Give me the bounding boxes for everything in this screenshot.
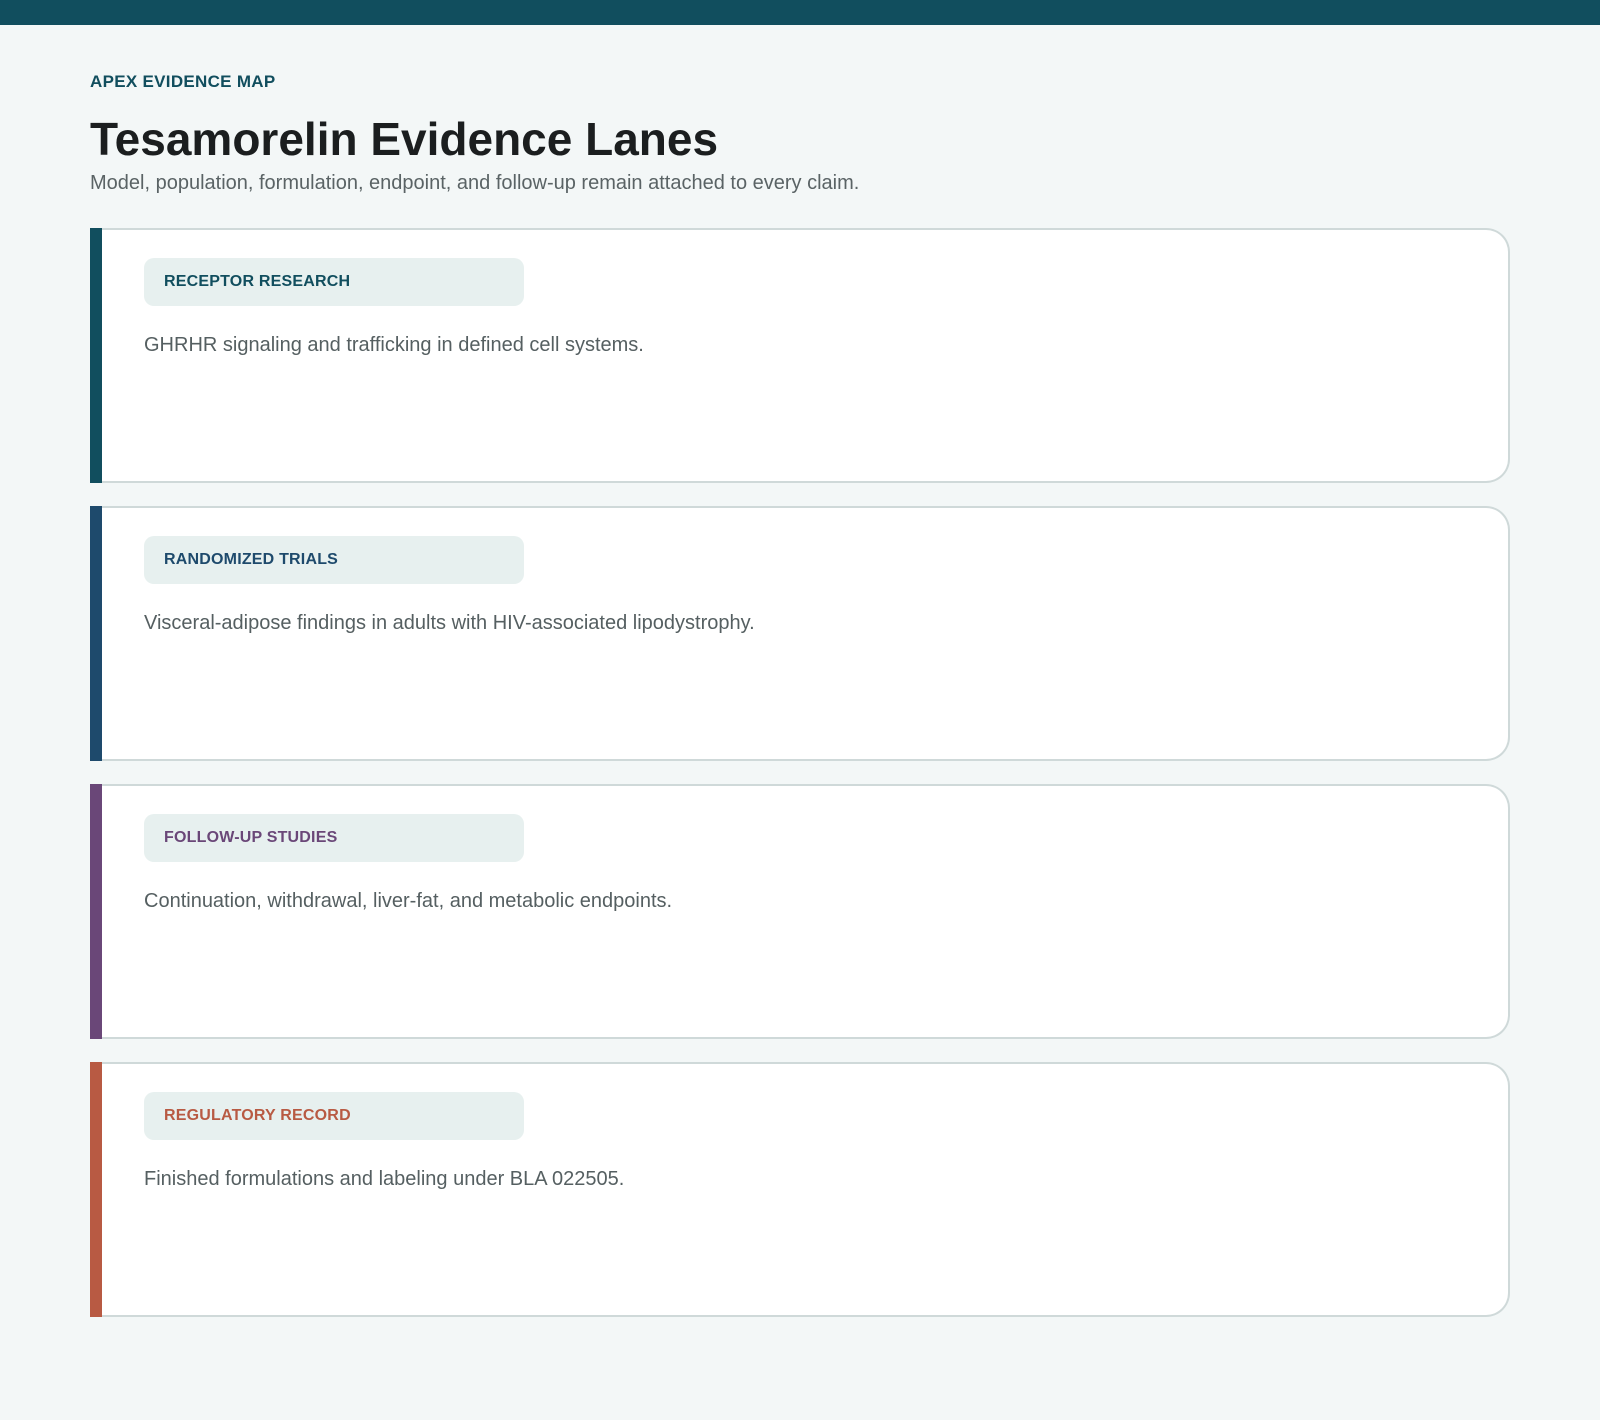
page-subtitle: Model, population, formulation, endpoint… <box>90 172 860 194</box>
top-bar <box>0 0 1600 25</box>
lane-description: Visceral-adipose findings in adults with… <box>144 612 755 634</box>
lane-card: RANDOMIZED TRIALS Visceral-adipose findi… <box>102 506 1510 761</box>
page-title: Tesamorelin Evidence Lanes <box>90 113 719 165</box>
page-header: APEX EVIDENCE MAP Tesamorelin Evidence L… <box>90 72 1510 196</box>
lane-tag: RECEPTOR RESEARCH <box>144 258 524 306</box>
lane-receptor-research: RECEPTOR RESEARCH GHRHR signaling and tr… <box>90 228 1510 483</box>
lane-card: RECEPTOR RESEARCH GHRHR signaling and tr… <box>102 228 1510 483</box>
evidence-lanes: RECEPTOR RESEARCH GHRHR signaling and tr… <box>90 228 1510 1340</box>
lane-tag: FOLLOW-UP STUDIES <box>144 814 524 862</box>
lane-description: Finished formulations and labeling under… <box>144 1168 625 1190</box>
eyebrow-label: APEX EVIDENCE MAP <box>90 72 276 91</box>
lane-description: GHRHR signaling and trafficking in defin… <box>144 334 644 356</box>
lane-description: Continuation, withdrawal, liver-fat, and… <box>144 890 673 912</box>
lane-tag: REGULATORY RECORD <box>144 1092 524 1140</box>
lane-card: FOLLOW-UP STUDIES Continuation, withdraw… <box>102 784 1510 1039</box>
lane-regulatory-record: REGULATORY RECORD Finished formulations … <box>90 1062 1510 1317</box>
lane-randomized-trials: RANDOMIZED TRIALS Visceral-adipose findi… <box>90 506 1510 761</box>
lane-tag: RANDOMIZED TRIALS <box>144 536 524 584</box>
lane-follow-up-studies: FOLLOW-UP STUDIES Continuation, withdraw… <box>90 784 1510 1039</box>
lane-card: REGULATORY RECORD Finished formulations … <box>102 1062 1510 1317</box>
